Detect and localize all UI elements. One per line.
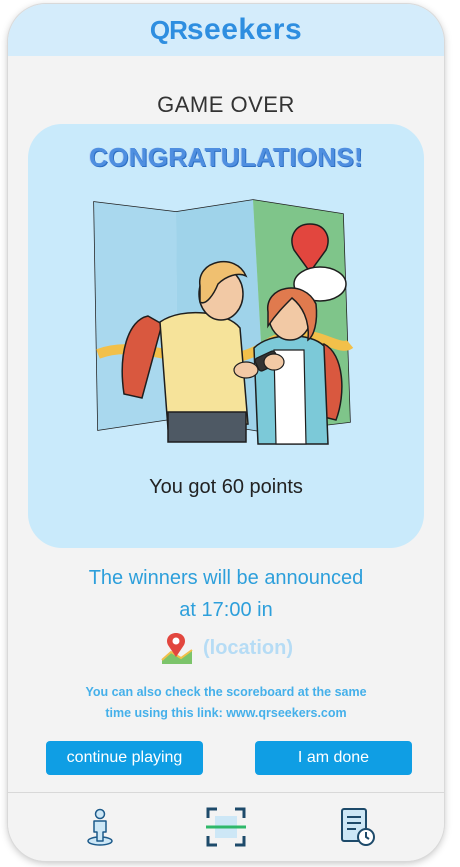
scoreboard-note-line-1: You can also check the scoreboard at the… [85,685,367,699]
phone-frame: QRseekers GAME OVER CONGRATULATIONS! You… [8,4,444,861]
page-title: GAME OVER [157,92,295,117]
result-card: CONGRATULATIONS! You got 60 points [28,124,424,548]
announcement-line-1: The winners will be announced [88,567,364,589]
map-pin-icon [161,633,193,664]
scoreboard-note: You can also check the scoreboard at the… [44,682,408,724]
app-logo: QRseekers [8,13,444,47]
person-icon[interactable] [78,805,122,849]
app-header: QRseekers [8,4,444,56]
explorers-illustration [93,199,354,445]
logo-qr-text: QR [149,15,188,45]
location-label[interactable]: (location) [203,637,293,660]
location-row[interactable]: (location) [8,626,444,670]
congrats-heading: CONGRATULATIONS! [89,142,363,172]
continue-playing-button[interactable]: continue playing [46,741,203,775]
winner-announcement: The winners will be announced at 17:00 i… [28,562,424,626]
announcement-line-2: at 17:00 in [179,599,273,621]
qr-scan-icon[interactable] [204,805,248,849]
logo-word-text: seekers [186,13,303,46]
i-am-done-button[interactable]: I am done [255,741,412,775]
points-text: You got 60 points [149,476,303,498]
bottom-nav [8,792,444,861]
scoreboard-note-line-2[interactable]: time using this link: www.qrseekers.com [44,703,408,724]
scoreboard-icon[interactable] [334,805,378,849]
